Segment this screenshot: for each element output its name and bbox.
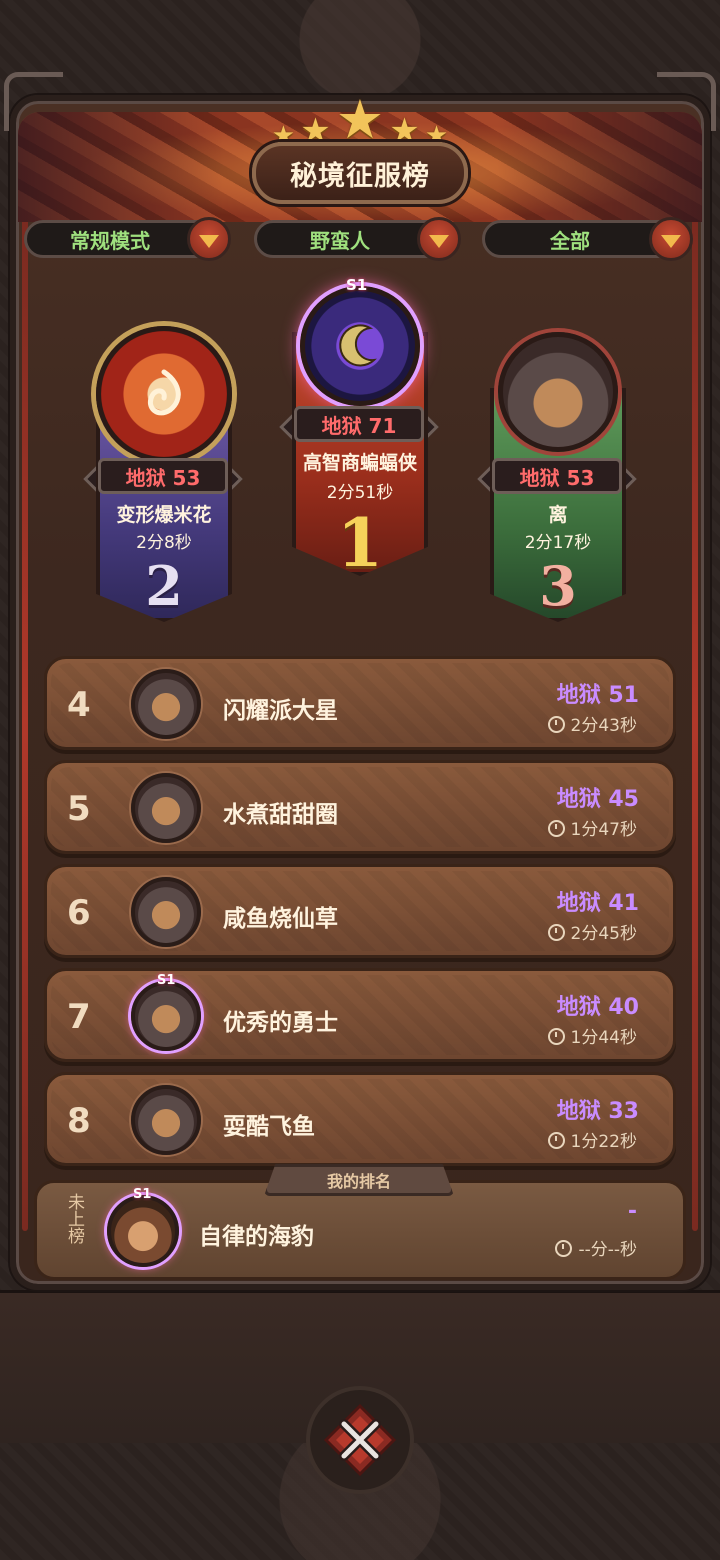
avatar [131,981,201,1051]
avatar [498,332,618,452]
clear-time-value: 2分43秒 [570,716,637,736]
level-value: 地狱 45 [556,787,639,812]
player-name: 优秀的勇士 [223,1010,338,1036]
player-name: 变形爆米花 [116,504,212,526]
clock-icon [547,820,565,837]
crescent-emblem-icon [339,324,377,367]
clear-time-value: 1分44秒 [570,1028,637,1048]
dropdown-arrow-icon[interactable] [187,217,231,261]
my-rank-tab: 我的排名 [264,1164,454,1196]
avatar [131,1085,201,1155]
scope-filter[interactable]: 全部 [482,217,693,261]
level-value: 地狱 51 [556,683,639,708]
list-item[interactable]: 5 水煮甜甜圈 地狱 45 1分47秒 [44,760,676,854]
level-value: 地狱 33 [556,1099,639,1124]
rank-number: 6 [67,893,91,933]
level-tag: 地狱 53 [98,458,228,494]
season-badge: S1 [157,973,176,988]
season-badge: S1 [346,276,368,294]
avatar [96,326,232,462]
avatar [131,669,201,739]
player-name: 耍酷飞鱼 [223,1114,315,1140]
rank-number: 3 [539,554,577,618]
clear-time-value: 1分22秒 [570,1132,637,1152]
class-filter[interactable]: 野蛮人 [254,217,461,261]
list-item[interactable]: 8 耍酷飞鱼 地狱 33 1分22秒 [44,1072,676,1166]
player-name: 高智商蝙蝠侠 [302,452,417,474]
level-value: 地狱 40 [556,995,639,1020]
avatar [131,773,201,843]
clear-time: 2分45秒 [547,919,637,944]
avatar [300,286,420,406]
rank-number: 2 [145,554,183,618]
clock-icon [547,716,565,733]
close-button[interactable] [306,1386,414,1494]
clock-icon [555,1240,573,1257]
level-tag: 地狱 53 [492,458,622,494]
player-name: 离 [548,504,568,526]
player-name: 咸鱼烧仙草 [223,906,338,932]
season-badge: S1 [133,1187,152,1202]
page-title: 秘境征服榜 [252,142,468,204]
clear-time-value: --分--秒 [578,1240,637,1260]
my-rank-status: 未上榜 [64,1193,84,1244]
clear-time: --分--秒 [555,1235,637,1260]
clock-icon [547,1028,565,1045]
list-item[interactable]: 4 闪耀派大星 地狱 51 2分43秒 [44,656,676,750]
clear-time-value: 2分45秒 [570,924,637,944]
player-name: 闪耀派大星 [223,698,338,724]
clear-time: 1分47秒 [547,815,637,840]
rank-number: 1 [337,504,383,582]
rank-number: 7 [67,997,91,1037]
clock-icon [547,924,565,941]
avatar [131,877,201,947]
flame-swirl-icon [148,369,181,416]
clear-time-value: 1分47秒 [570,820,637,840]
clear-time: 2分8秒 [136,533,192,553]
list-item[interactable]: 7 S1 优秀的勇士 地狱 40 1分44秒 [44,968,676,1062]
podium-third[interactable]: 地狱 53 离 2分17秒 3 [486,318,630,628]
dropdown-arrow-icon[interactable] [649,217,693,261]
player-name: 自律的海豹 [199,1224,314,1250]
dropdown-arrow-icon[interactable] [417,217,461,261]
close-icon [323,1403,397,1477]
clear-time: 1分44秒 [547,1023,637,1048]
clock-icon [547,1132,565,1149]
clear-time: 2分43秒 [547,711,637,736]
clear-time: 2分51秒 [326,483,394,503]
mode-filter[interactable]: 常规模式 [24,217,231,261]
level-value: 地狱 41 [556,891,639,916]
clear-time: 2分17秒 [524,533,592,553]
clear-time: 1分22秒 [547,1127,637,1152]
level-value: - [627,1199,637,1224]
list-item[interactable]: 6 咸鱼烧仙草 地狱 41 2分45秒 [44,864,676,958]
podium-second[interactable]: 地狱 53 变形爆米花 2分8秒 2 [92,318,236,628]
player-name: 水煮甜甜圈 [223,802,338,828]
rank-number: 8 [67,1101,91,1141]
level-tag: 地狱 71 [294,406,424,442]
filter-bar: 常规模式 野蛮人 全部 [24,216,696,262]
rank-number: 5 [67,789,91,829]
avatar [107,1195,179,1267]
rank-number: 4 [67,685,91,725]
podium-first[interactable]: S1 地狱 71 高智商蝙蝠侠 2分51秒 1 [288,272,432,582]
